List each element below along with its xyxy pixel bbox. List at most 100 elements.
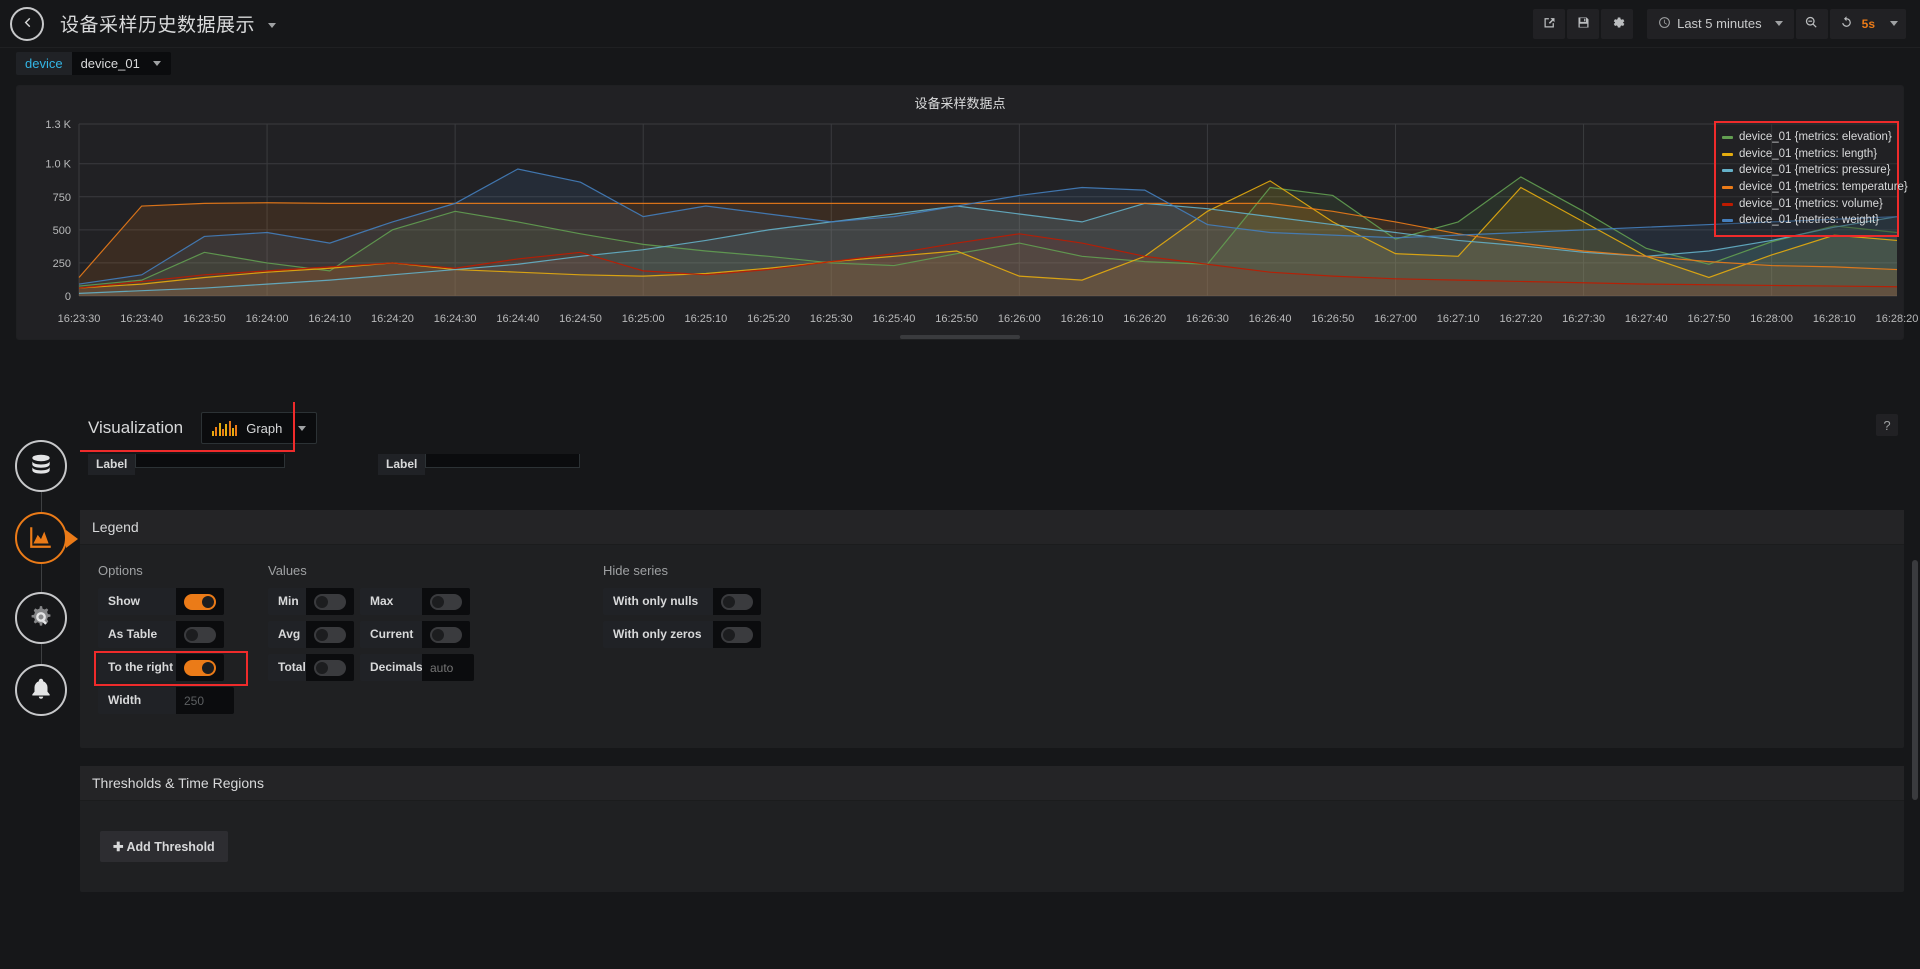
thresholds-section-title: Thresholds & Time Regions [80,766,1904,801]
partial-field-left[interactable]: Label [88,454,333,480]
legend-color-swatch [1722,185,1733,189]
legend-avg-toggle[interactable] [314,626,346,643]
legend-item[interactable]: device_01 {metrics: length} [1722,146,1893,163]
partial-field-left-label: Label [88,454,136,475]
sidebar-active-pointer [66,530,78,548]
sidebar-item-queries[interactable] [15,440,67,492]
legend-value-max[interactable]: Max [360,588,474,615]
legend-option-width[interactable]: Width [98,687,283,714]
x-axis-tick: 16:27:40 [1624,313,1668,325]
legend-max-toggle[interactable] [430,593,462,610]
visualization-label: Visualization [88,418,184,437]
x-axis-tick: 16:28:10 [1812,313,1856,325]
refresh-control[interactable]: 5s [1829,8,1906,39]
hide-series-only-zeros-label: With only zeros [603,621,713,648]
x-axis-tick: 16:26:50 [1311,313,1355,325]
x-axis-tick: 16:24:30 [433,313,477,325]
add-threshold-button[interactable]: ✚ Add Threshold [100,831,228,862]
zoom-out-icon [1804,15,1819,33]
hide-only-nulls-toggle[interactable] [721,593,753,610]
hide-only-zeros-toggle[interactable] [721,626,753,643]
legend-min-toggle[interactable] [314,593,346,610]
hide-series-only-zeros[interactable]: With only zeros [603,621,823,648]
x-axis-tick: 16:26:20 [1123,313,1167,325]
legend-option-as-table[interactable]: As Table [98,621,283,648]
legend-as-table-toggle[interactable] [184,626,216,643]
panel-scroll-handle[interactable] [900,335,1020,339]
settings-button[interactable] [1601,8,1634,39]
time-controls: Last 5 minutes 5s [1647,8,1906,39]
sidebar-connector-line [41,470,42,685]
legend-item[interactable]: device_01 {metrics: weight} [1722,212,1893,229]
top-navbar: 设备采样历史数据展示 Last 5 minutes 5s [0,0,1920,48]
gear-wrench-icon [28,604,54,633]
legend-item[interactable]: device_01 {metrics: volume} [1722,196,1893,213]
x-axis-tick: 16:26:00 [997,313,1041,325]
legend-item[interactable]: device_01 {metrics: elevation} [1722,129,1893,146]
graph-plot-area[interactable]: 0 250 500 750 1.0 K 1.3 K 16:23:30 16:23:40 16:… [17,112,1918,339]
save-icon [1576,15,1591,33]
legend-to-the-right-toggle[interactable] [184,659,216,676]
gear-icon [1610,15,1625,33]
panel-action-buttons [1533,8,1634,39]
dashboard-title-text: 设备采样历史数据展示 [60,15,256,36]
legend-value-current[interactable]: Current [360,621,474,648]
hide-series-only-nulls[interactable]: With only nulls [603,588,823,615]
sidebar-item-visualization[interactable] [15,512,67,564]
x-axis-tick: 16:23:30 [57,313,101,325]
chevron-down-icon [1774,21,1783,26]
share-button[interactable] [1533,8,1566,39]
visualization-bar: Visualization Graph ? [80,402,1904,454]
legend-value-decimals[interactable]: Decimals [360,654,474,681]
chevron-down-icon [152,61,161,66]
legend-option-as-table-label: As Table [98,621,176,648]
x-axis-tick: 16:25:20 [747,313,790,325]
save-button[interactable] [1567,8,1600,39]
legend-total-toggle[interactable] [314,659,346,676]
refresh-icon[interactable] [1839,15,1854,33]
partial-label-fields-row: Label Label [80,454,1904,480]
legend-section-body: Options Show As Table To the right Width [80,545,1904,748]
legend-item[interactable]: device_01 {metrics: temperature} [1722,179,1908,196]
variable-select-device[interactable]: device_01 [71,52,171,75]
partial-field-right[interactable]: Label [378,454,628,480]
y-axis-tick: 250 [53,258,71,270]
legend-decimals-input[interactable] [422,654,474,681]
graph-legend: device_01 {metrics: elevation} device_01 … [1714,121,1908,238]
legend-show-toggle[interactable] [184,593,216,610]
legend-item-label: device_01 {metrics: elevation} [1739,131,1892,143]
sidebar-item-alert[interactable] [15,664,67,716]
editor-vertical-scrollbar[interactable] [1912,560,1918,800]
add-threshold-label: Add Threshold [126,840,215,854]
legend-options-title: Options [98,563,143,578]
legend-hide-series-title: Hide series [603,563,669,578]
back-button[interactable] [10,6,44,41]
legend-item-label: device_01 {metrics: weight} [1739,214,1879,227]
legend-width-input[interactable] [176,687,234,714]
panel-editor: Visualization Graph ? Label Label Legend… [80,402,1904,969]
x-axis-tick: 16:26:10 [1060,313,1104,325]
time-range-picker[interactable]: Last 5 minutes [1647,8,1794,39]
partial-field-right-label: Label [378,454,426,475]
legend-option-to-the-right[interactable]: To the right [98,654,283,681]
chevron-down-icon [1890,21,1898,26]
dashboard-title[interactable]: 设备采样历史数据展示 [60,10,276,37]
x-axis-tick: 16:26:30 [1185,313,1229,325]
x-axis-tick: 16:23:50 [182,313,226,325]
legend-values-title: Values [268,563,307,578]
x-axis-tick: 16:27:10 [1436,313,1480,325]
legend-option-show[interactable]: Show [98,588,283,615]
legend-color-swatch [1722,135,1733,139]
legend-hide-series-column: Hide series With only nulls With only ze… [603,563,823,720]
visualization-type-select[interactable]: Graph [201,412,318,444]
panel-title[interactable]: 设备采样数据点 [17,86,1903,112]
legend-current-toggle[interactable] [430,626,462,643]
zoom-out-button[interactable] [1795,8,1828,39]
legend-item[interactable]: device_01 {metrics: pressure} [1722,162,1893,179]
help-button[interactable]: ? [1876,414,1898,436]
panel-edit-sidebar [0,440,80,720]
chevron-down-icon [298,425,307,431]
sidebar-item-general[interactable] [15,592,67,644]
x-axis-tick: 16:26:40 [1248,313,1292,325]
chevron-down-icon [267,23,276,29]
